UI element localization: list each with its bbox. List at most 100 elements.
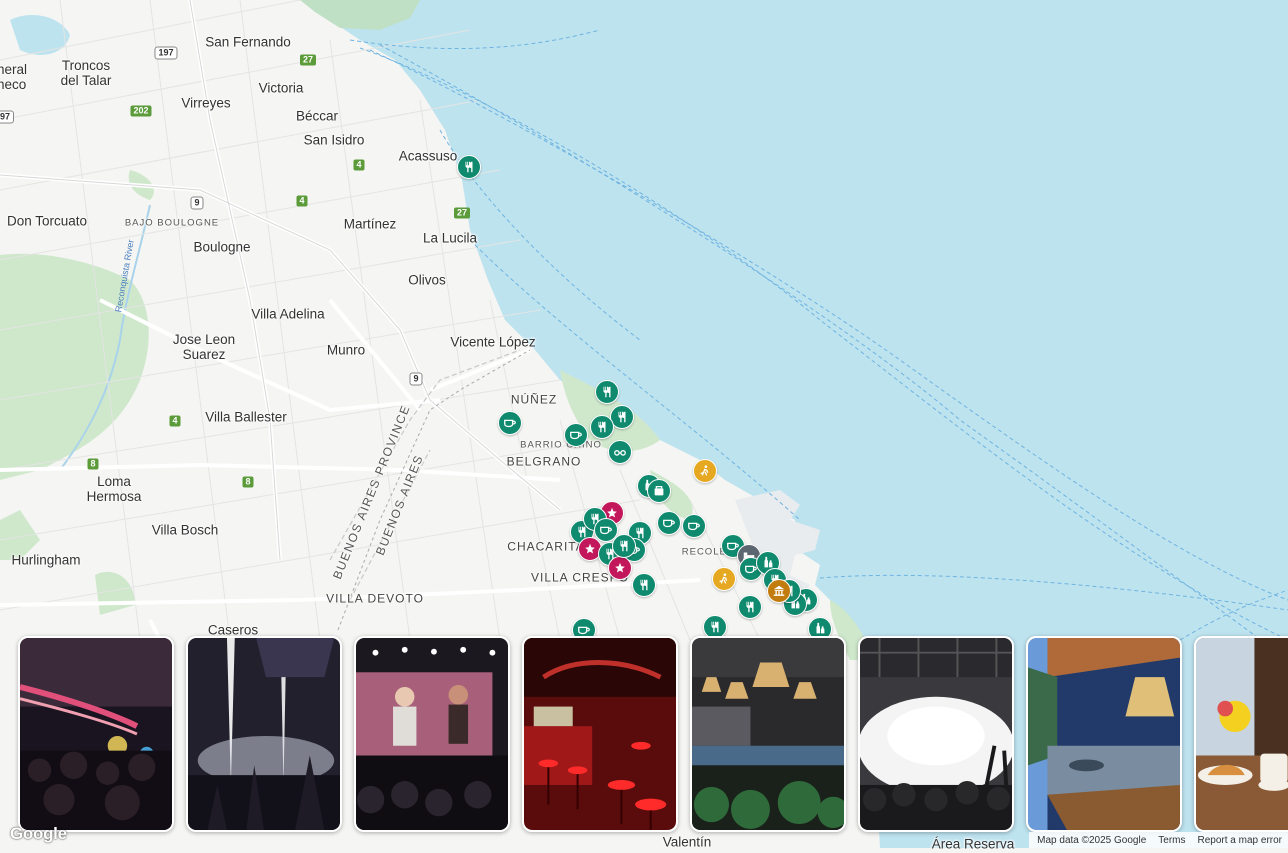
map-data-text: Map data ©2025 Google <box>1037 834 1147 846</box>
activity-pin[interactable] <box>712 567 736 591</box>
photo-carousel[interactable] <box>0 636 1288 832</box>
cafe-pin[interactable] <box>564 423 588 447</box>
restaurant-icon <box>618 411 626 423</box>
shop-icon <box>654 485 664 496</box>
place-label: Loma Hermosa <box>86 474 142 504</box>
restaurant-icon <box>711 621 719 633</box>
restaurant-icon <box>465 161 473 173</box>
restaurant-pin[interactable] <box>632 573 656 597</box>
route-shield: 8 <box>242 476 254 488</box>
restaurant-icon <box>603 386 611 398</box>
museum-icon <box>773 585 785 596</box>
place-photo[interactable] <box>1194 636 1288 832</box>
restaurant-pin[interactable] <box>738 595 762 619</box>
place-label: San Isidro <box>303 132 365 148</box>
place-label: Boulogne <box>193 239 251 255</box>
place-label: Villa Adelina <box>251 306 325 322</box>
restaurant-icon <box>746 601 754 613</box>
place-label: Villa Bosch <box>151 522 219 538</box>
place-label: San Fernando <box>205 34 291 50</box>
route-shield: 197 <box>154 46 178 60</box>
stage-photo <box>356 638 508 830</box>
place-label: Béccar <box>295 108 339 124</box>
museum-pin[interactable] <box>767 579 791 603</box>
report-map-error-link[interactable]: Report a map error <box>1198 835 1282 846</box>
route-shield: 9 <box>190 196 204 210</box>
cafe-pin[interactable] <box>498 411 522 435</box>
route-shield: 27 <box>299 54 317 66</box>
place-label: Villa Ballester <box>205 409 287 425</box>
blue-bar-photo <box>1028 638 1180 830</box>
place-label: Valentín <box>662 834 712 850</box>
restaurant-pin[interactable] <box>590 415 614 439</box>
activity-icon <box>719 573 728 584</box>
route-shield: 4 <box>169 415 181 427</box>
concert-fog-photo <box>860 638 1012 830</box>
place-label: Virreyes <box>181 95 231 111</box>
shop-pin[interactable] <box>647 479 671 503</box>
place-photo[interactable] <box>186 636 342 832</box>
place-label: Troncos del Talar <box>60 58 112 88</box>
restaurant-icon <box>640 579 648 591</box>
route-shield: 8 <box>87 458 99 470</box>
place-label: BELGRANO <box>506 454 582 469</box>
activity-pin[interactable] <box>693 459 717 483</box>
route-shield: 4 <box>296 195 308 207</box>
activity-icon <box>700 465 709 476</box>
cafe-icon <box>688 522 700 531</box>
nightlife-icon <box>615 562 625 573</box>
club-photo <box>20 638 172 830</box>
bar-icon <box>816 622 825 634</box>
google-logo: Google <box>10 824 67 843</box>
place-label: Martínez <box>343 216 397 232</box>
restaurant-pin[interactable] <box>612 534 636 558</box>
place-photo[interactable] <box>858 636 1014 832</box>
cafe-icon <box>600 526 612 535</box>
place-photo[interactable] <box>690 636 846 832</box>
cafe-icon <box>504 419 516 428</box>
viewpoint-icon <box>614 450 626 456</box>
terms-link[interactable]: Terms <box>1158 835 1185 846</box>
viewpoint-pin[interactable] <box>608 440 632 464</box>
cafe-icon <box>570 431 582 440</box>
restaurant-icon <box>620 540 628 552</box>
route-shield: 97 <box>0 110 15 124</box>
map-attribution: Map data ©2025 Google Terms Report a map… <box>1029 832 1288 848</box>
place-photo[interactable] <box>18 636 174 832</box>
red-bar-photo <box>524 638 676 830</box>
restaurant-icon <box>598 421 606 433</box>
route-shield: 4 <box>353 159 365 171</box>
place-label: BARRIO CHINO <box>520 439 602 451</box>
place-photo[interactable] <box>1026 636 1182 832</box>
place-label: Victoria <box>258 80 304 96</box>
cafe-icon <box>578 626 590 635</box>
place-label: La Lucila <box>422 230 478 246</box>
cafe-pin[interactable] <box>657 511 681 535</box>
route-shield: 202 <box>130 105 152 117</box>
restaurant-photo <box>692 638 844 830</box>
place-label: Don Torcuato <box>6 213 88 229</box>
cafe-pin[interactable] <box>682 514 706 538</box>
nightlife-pin[interactable] <box>608 556 632 580</box>
place-label: CHACARITA <box>507 539 585 554</box>
restaurant-pin[interactable] <box>595 380 619 404</box>
concert-photo <box>188 638 340 830</box>
route-shield: 9 <box>409 372 423 386</box>
place-label: neral neco <box>0 62 28 92</box>
place-label: Jose Leon Suarez <box>172 332 236 362</box>
place-photo[interactable] <box>522 636 678 832</box>
place-label: Área Reserva <box>931 836 1015 852</box>
place-label: NÚÑEZ <box>510 392 558 407</box>
restaurant-pin[interactable] <box>457 155 481 179</box>
place-label: Olivos <box>408 272 446 288</box>
place-label: Vicente López <box>450 334 536 350</box>
place-label: Munro <box>326 342 366 358</box>
route-shield: 27 <box>453 207 471 219</box>
place-label: Hurlingham <box>11 552 81 568</box>
cafe-icon <box>663 519 675 528</box>
nightlife-icon <box>585 543 595 554</box>
cafe-photo <box>1196 638 1288 830</box>
place-label: BAJO BOULOGNE <box>124 217 220 229</box>
place-photo[interactable] <box>354 636 510 832</box>
place-label: Acassuso <box>398 148 458 164</box>
